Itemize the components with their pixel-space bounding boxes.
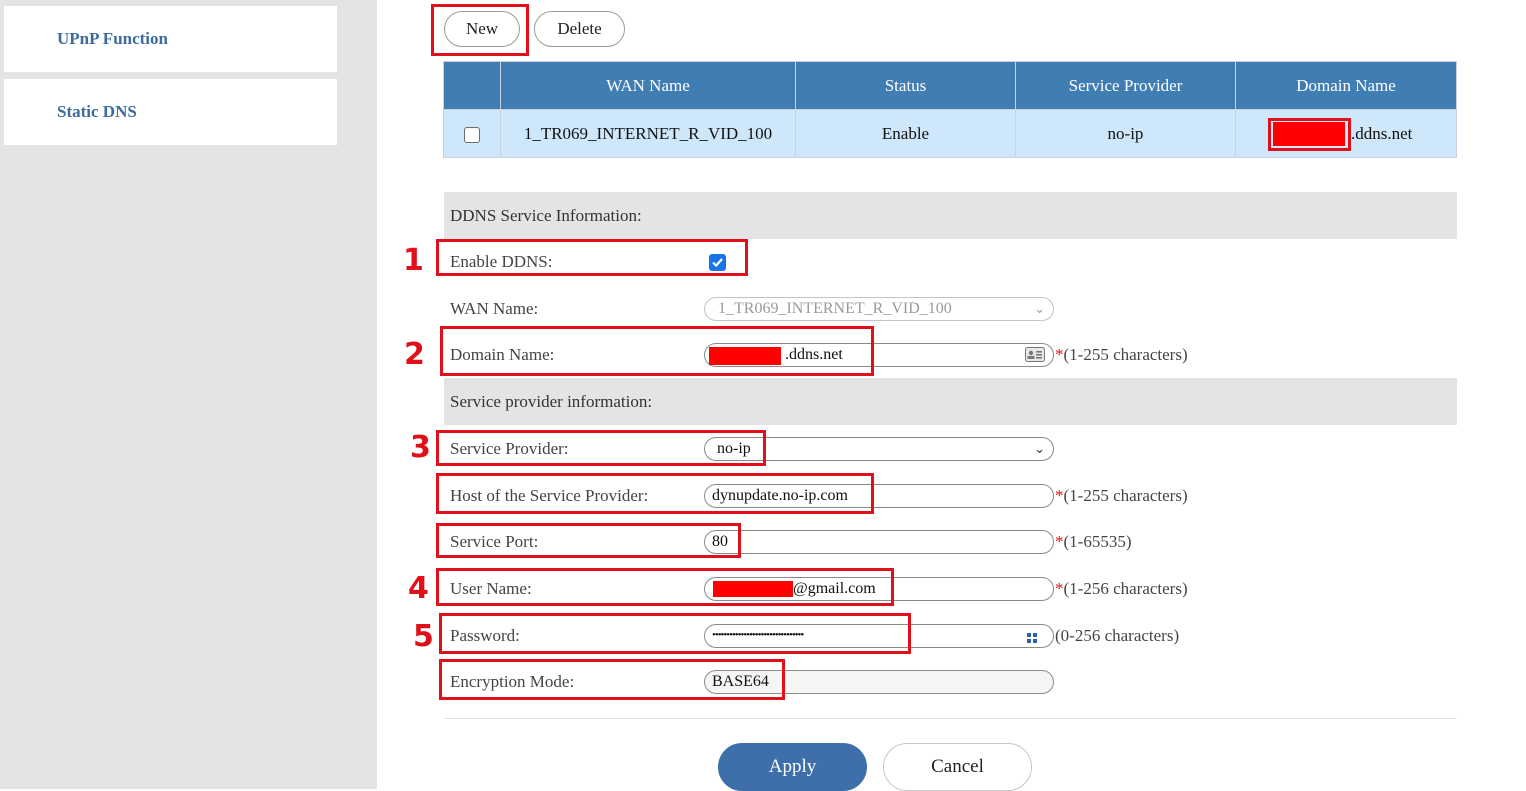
column-header-domain-name: Domain Name [1235,61,1457,110]
enable-ddns-checkbox[interactable] [709,254,726,271]
check-icon [712,258,723,268]
annotation-number: 3 [410,430,431,465]
cell-status: Enable [795,109,1016,158]
apply-button[interactable]: Apply [718,743,867,791]
password-input[interactable]: •••••••••••••••••••••••••••••••• [704,624,1054,648]
contact-card-icon [1025,347,1045,366]
new-button[interactable]: New [444,11,520,47]
wan-name-select[interactable]: 1_TR069_INTERNET_R_VID_100 ⌄ [704,297,1054,321]
host-value: dynupdate.no-ip.com [712,487,848,504]
chevron-down-icon: ⌄ [1034,301,1045,316]
wan-name-value: 1_TR069_INTERNET_R_VID_100 [718,300,952,317]
service-provider-value: no-ip [717,440,751,457]
row-checkbox[interactable] [464,126,480,143]
host-label: Host of the Service Provider: [450,486,649,505]
service-provider-select[interactable]: no-ip ⌄ [704,437,1054,461]
user-name-hint: *(1-256 characters) [1055,579,1188,598]
column-header-status: Status [795,61,1016,110]
domain-name-label: Domain Name: [450,345,555,364]
cell-domain-name: .ddns.net [1235,109,1457,158]
encryption-mode-field: BASE64 [704,670,1054,694]
sidebar-item-upnp-function[interactable]: UPnP Function [4,6,337,72]
user-name-value: @gmail.com [793,580,876,597]
delete-button[interactable]: Delete [534,11,625,47]
section-header-service-provider: Service provider information: [444,378,1457,425]
domain-name-value: .ddns.net [785,346,843,363]
encryption-mode-value: BASE64 [712,673,769,690]
service-provider-label: Service Provider: [450,439,569,458]
service-port-label: Service Port: [450,532,539,551]
host-hint: *(1-255 characters) [1055,486,1188,505]
domain-name-hint: *(1-255 characters) [1055,345,1188,364]
user-name-label: User Name: [450,579,532,598]
domain-suffix: .ddns.net [1351,123,1413,143]
annotation-number: 4 [408,571,429,606]
encryption-mode-label: Encryption Mode: [450,672,575,691]
annotation-number: 2 [404,337,425,372]
sidebar-item-static-dns[interactable]: Static DNS [4,79,337,145]
host-input[interactable]: dynupdate.no-ip.com [704,484,1054,508]
sidebar: UPnP Function Static DNS [0,0,377,789]
password-label: Password: [450,626,520,645]
redaction-mark [713,581,793,597]
service-port-input[interactable]: 80 [704,530,1054,554]
redaction-mark [709,347,781,365]
redaction-mark [1273,122,1345,146]
enable-ddns-label: Enable DDNS: [450,252,553,271]
password-value: •••••••••••••••••••••••••••••••• [712,629,804,641]
cell-service-provider: no-ip [1015,109,1236,158]
password-manager-icon[interactable] [1027,630,1037,647]
chevron-down-icon: ⌄ [1034,441,1045,456]
wan-name-label: WAN Name: [450,299,539,318]
column-header-service-provider: Service Provider [1015,61,1236,110]
cell-wan-name: 1_TR069_INTERNET_R_VID_100 [500,109,796,158]
table-header-row: WAN Name Status Service Provider Domain … [443,61,1457,110]
cancel-button[interactable]: Cancel [883,743,1032,791]
annotation-number: 5 [413,619,434,654]
row-select-cell [443,109,501,158]
column-header-wan-name: WAN Name [500,61,796,110]
annotation-number: 1 [403,243,424,278]
password-hint: (0-256 characters) [1055,626,1180,645]
sidebar-item-label: UPnP Function [57,29,168,48]
section-header-ddns: DDNS Service Information: [444,192,1457,239]
select-all-header [443,61,501,110]
divider [444,718,1457,719]
sidebar-item-label: Static DNS [57,102,137,121]
service-port-hint: *(1-65535) [1055,532,1132,551]
service-port-value: 80 [712,533,728,550]
